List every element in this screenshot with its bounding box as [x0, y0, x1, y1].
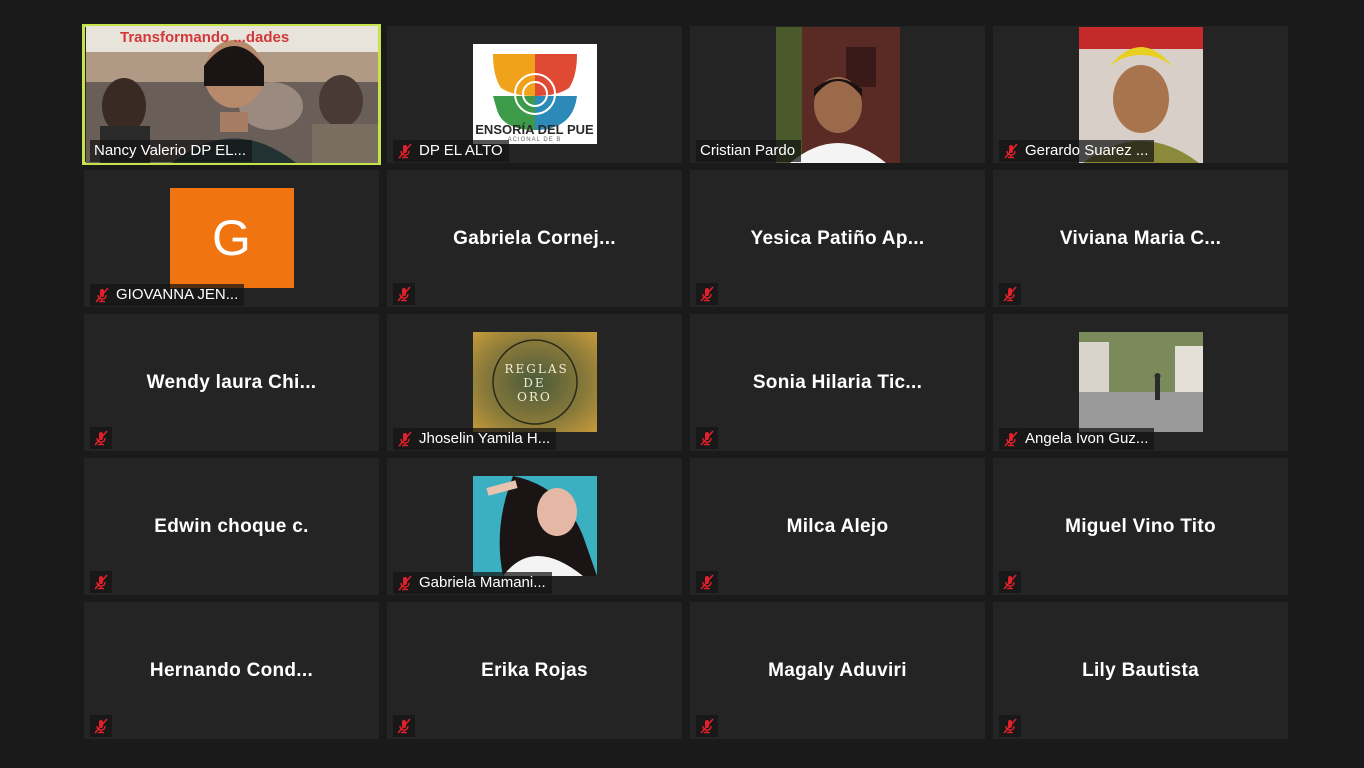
participant-tile[interactable]: Transformando ...dades Nancy Valerio DP … [82, 24, 381, 165]
participant-name: GIOVANNA JEN... [90, 284, 245, 306]
muted-mic-icon [94, 430, 108, 446]
muted-mic-icon [1004, 143, 1018, 159]
profile-image [472, 476, 597, 576]
profile-image: REGLAS DE ORO [472, 332, 597, 432]
participant-name-center: Yesica Patiño Ap... [750, 227, 925, 249]
participant-tile[interactable]: Gabriela Cornej... [387, 170, 682, 307]
mic-status [999, 283, 1021, 305]
participant-tile[interactable]: Angela Ivon Guz... [993, 314, 1288, 451]
muted-mic-icon [398, 143, 412, 159]
participant-name: Nancy Valerio DP EL... [90, 140, 253, 162]
muted-mic-icon [700, 430, 714, 446]
participant-name-center: Wendy laura Chi... [146, 371, 317, 393]
muted-mic-icon [95, 287, 109, 303]
muted-mic-icon [398, 575, 412, 591]
letter-avatar: G [169, 188, 294, 288]
participant-name: DP EL ALTO [393, 140, 509, 162]
participant-tile[interactable]: Wendy laura Chi... [84, 314, 379, 451]
participant-tile[interactable]: Hernando Cond... [84, 602, 379, 739]
participant-tile[interactable]: Erika Rojas [387, 602, 682, 739]
mic-status [90, 427, 112, 449]
mic-status [999, 571, 1021, 593]
muted-mic-icon [1003, 574, 1017, 590]
mic-status [696, 715, 718, 737]
participant-name-center: Milca Alejo [786, 515, 889, 537]
participant-name-center: Viviana Maria C... [1059, 227, 1222, 249]
mic-status [393, 715, 415, 737]
participant-name-center: Miguel Vino Tito [1065, 515, 1216, 537]
muted-mic-icon [700, 286, 714, 302]
participant-tile[interactable]: Viviana Maria C... [993, 170, 1288, 307]
participant-tile[interactable]: Gerardo Suarez ... [993, 26, 1288, 163]
mic-status [696, 427, 718, 449]
participant-tile[interactable]: Sonia Hilaria Tic... [690, 314, 985, 451]
name-label: Gabriela Mamani... [419, 574, 546, 591]
mic-status [696, 283, 718, 305]
participant-tile[interactable]: Magaly Aduviri [690, 602, 985, 739]
muted-mic-icon [397, 718, 411, 734]
name-label: DP EL ALTO [419, 142, 503, 159]
participant-tile[interactable]: Gabriela Mamani... [387, 458, 682, 595]
participant-name: Gerardo Suarez ... [999, 140, 1155, 162]
participant-name: Angela Ivon Guz... [999, 428, 1155, 450]
participant-tile[interactable]: Cristian Pardo [690, 26, 985, 163]
image-text: REGLAS DE ORO [504, 362, 569, 404]
muted-mic-icon [1004, 431, 1018, 447]
participant-name-center: Edwin choque c. [154, 515, 309, 537]
participant-tile[interactable]: ENSORÍA DEL PUE ACIONAL DE B DP EL ALTO [387, 26, 682, 163]
participant-name-center: Erika Rojas [481, 659, 588, 681]
participant-name-center: Gabriela Cornej... [453, 227, 616, 249]
muted-mic-icon [94, 574, 108, 590]
background-banner-text: Transformando ...dades [120, 29, 290, 46]
participant-tile[interactable]: REGLAS DE ORO Jhoselin Yamila H... [387, 314, 682, 451]
participant-tile[interactable]: G GIOVANNA JEN... [84, 170, 379, 307]
participant-name-center: Sonia Hilaria Tic... [752, 371, 923, 393]
participant-name-center: Magaly Aduviri [768, 659, 907, 681]
muted-mic-icon [1003, 286, 1017, 302]
participant-name: Cristian Pardo [696, 140, 802, 162]
name-label: Nancy Valerio DP EL... [94, 142, 247, 159]
participant-name-center: Hernando Cond... [149, 659, 314, 681]
participant-grid: Transformando ...dades Nancy Valerio DP … [82, 24, 1288, 739]
participant-tile[interactable]: Yesica Patiño Ap... [690, 170, 985, 307]
logo-text: ENSORÍA DEL PUE [475, 122, 594, 137]
mic-status [999, 715, 1021, 737]
name-label: Gerardo Suarez ... [1025, 142, 1149, 159]
mic-status [90, 571, 112, 593]
muted-mic-icon [398, 431, 412, 447]
mic-status [696, 571, 718, 593]
mic-status [90, 715, 112, 737]
muted-mic-icon [700, 718, 714, 734]
mic-status [393, 283, 415, 305]
name-label: Angela Ivon Guz... [1025, 430, 1149, 447]
participant-tile[interactable]: Lily Bautista [993, 602, 1288, 739]
name-label: GIOVANNA JEN... [116, 286, 239, 303]
name-label: Cristian Pardo [700, 142, 796, 159]
muted-mic-icon [700, 574, 714, 590]
profile-logo: ENSORÍA DEL PUE ACIONAL DE B [472, 44, 597, 144]
participant-name-center: Lily Bautista [1082, 659, 1199, 681]
participant-tile[interactable]: Edwin choque c. [84, 458, 379, 595]
muted-mic-icon [1003, 718, 1017, 734]
participant-name: Gabriela Mamani... [393, 572, 552, 594]
muted-mic-icon [94, 718, 108, 734]
participant-name: Jhoselin Yamila H... [393, 428, 557, 450]
profile-image [1078, 332, 1203, 432]
participant-tile[interactable]: Milca Alejo [690, 458, 985, 595]
muted-mic-icon [397, 286, 411, 302]
name-label: Jhoselin Yamila H... [419, 430, 551, 447]
participant-tile[interactable]: Miguel Vino Tito [993, 458, 1288, 595]
